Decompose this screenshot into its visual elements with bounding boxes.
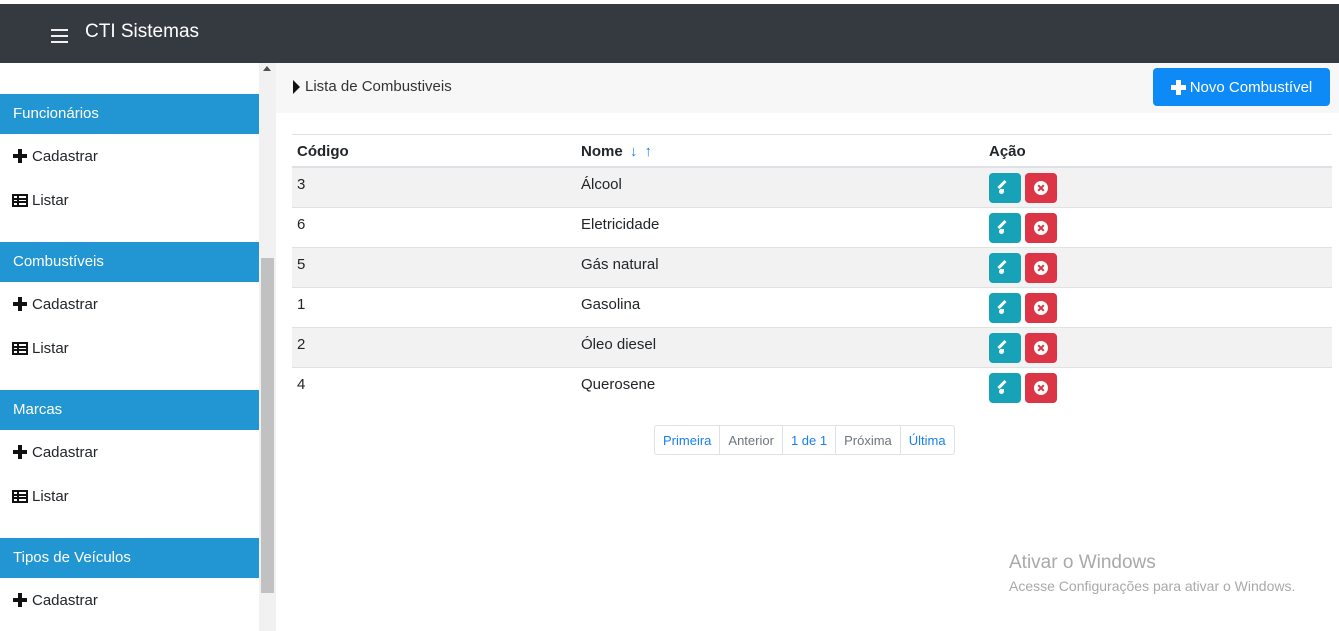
- sidebar-item-label: Cadastrar: [32, 295, 98, 313]
- plus-icon: [12, 444, 28, 460]
- cell-code: 5: [297, 256, 306, 273]
- delete-button[interactable]: [1025, 173, 1057, 203]
- sidebar-item-marcas-cadastrar[interactable]: Cadastrar: [12, 442, 98, 462]
- table-row: 2 Óleo diesel: [292, 328, 1332, 368]
- edit-button[interactable]: [989, 373, 1021, 403]
- plus-icon: [12, 148, 28, 164]
- brush-icon: [998, 181, 1012, 195]
- scroll-up-arrow-icon[interactable]: [263, 66, 271, 71]
- sidebar-item-label: Listar: [32, 339, 69, 357]
- table-icon: [12, 341, 28, 355]
- edit-button[interactable]: [989, 253, 1021, 283]
- caret-right-icon: [293, 80, 300, 94]
- sidebar-section-marcas[interactable]: Marcas: [0, 390, 259, 430]
- pagination-current[interactable]: 1 de 1: [783, 426, 837, 454]
- sidebar-item-funcionarios-listar[interactable]: Listar: [12, 190, 69, 210]
- sort-asc-icon[interactable]: ↑: [645, 143, 653, 160]
- sidebar-item-funcionarios-cadastrar[interactable]: Cadastrar: [12, 146, 98, 166]
- delete-button[interactable]: [1025, 293, 1057, 323]
- plus-icon: [12, 592, 28, 608]
- sidebar-item-label: Listar: [32, 487, 69, 505]
- table-row: 1 Gasolina: [292, 288, 1332, 328]
- cell-code: 6: [297, 216, 306, 233]
- cell-code: 4: [297, 376, 306, 393]
- close-circle-icon: [1034, 261, 1048, 275]
- sort-desc-icon[interactable]: ↓: [630, 143, 638, 160]
- sidebar-item-marcas-listar[interactable]: Listar: [12, 486, 69, 506]
- sidebar-item-tipos-veiculos-cadastrar[interactable]: Cadastrar: [12, 590, 98, 610]
- edit-button[interactable]: [989, 173, 1021, 203]
- edit-button[interactable]: [989, 213, 1021, 243]
- delete-button[interactable]: [1025, 253, 1057, 283]
- scrollbar-thumb[interactable]: [261, 258, 274, 593]
- sidebar-section-combustiveis[interactable]: Combustíveis: [0, 242, 259, 282]
- sidebar-section-tipos-veiculos[interactable]: Tipos de Veículos: [0, 538, 259, 578]
- list-header: Lista de Combustiveis Novo Combustível: [276, 63, 1339, 113]
- column-header-name: Nome ↓ ↑: [581, 143, 652, 160]
- watermark-subtitle: Acesse Configurações para ativar o Windo…: [1009, 578, 1296, 594]
- cell-code: 2: [297, 336, 306, 353]
- fuel-table: Código Nome ↓ ↑ Ação 3 Álcool 6 Eletrici…: [292, 134, 1332, 408]
- sidebar-item-label: Cadastrar: [32, 591, 98, 609]
- cell-name: Gasolina: [581, 296, 641, 313]
- sidebar-item-label: Cadastrar: [32, 147, 98, 165]
- close-circle-icon: [1034, 221, 1048, 235]
- close-circle-icon: [1034, 301, 1048, 315]
- close-circle-icon: [1034, 341, 1048, 355]
- cell-name: Gás natural: [581, 256, 659, 273]
- table-icon: [12, 489, 28, 503]
- page-title: Lista de Combustiveis: [305, 78, 452, 95]
- delete-button[interactable]: [1025, 213, 1057, 243]
- watermark-title: Ativar o Windows: [1009, 552, 1156, 573]
- brush-icon: [998, 341, 1012, 355]
- sidebar-scrollbar[interactable]: [259, 63, 276, 631]
- cell-name: Eletricidade: [581, 216, 660, 233]
- app-title: CTI Sistemas: [85, 21, 200, 42]
- new-fuel-button-label: Novo Combustível: [1189, 78, 1313, 96]
- cell-name: Álcool: [581, 176, 622, 193]
- sidebar-section-funcionarios[interactable]: Funcionários: [0, 94, 259, 134]
- table-header: Código Nome ↓ ↑ Ação: [292, 134, 1332, 168]
- new-fuel-button[interactable]: Novo Combustível: [1153, 68, 1330, 106]
- table-row: 5 Gás natural: [292, 248, 1332, 288]
- sidebar-item-combustiveis-listar[interactable]: Listar: [12, 338, 69, 358]
- edit-button[interactable]: [989, 293, 1021, 323]
- brush-icon: [998, 261, 1012, 275]
- plus-icon: [12, 296, 28, 312]
- delete-button[interactable]: [1025, 373, 1057, 403]
- delete-button[interactable]: [1025, 333, 1057, 363]
- sidebar-item-label: Listar: [32, 191, 69, 209]
- pagination-first[interactable]: Primeira: [655, 426, 721, 454]
- table-icon: [12, 193, 28, 207]
- brush-icon: [998, 221, 1012, 235]
- pagination-prev[interactable]: Anterior: [720, 426, 783, 454]
- top-navbar: CTI Sistemas: [0, 0, 1339, 63]
- table-row: 4 Querosene: [292, 368, 1332, 408]
- pagination: Primeira Anterior 1 de 1 Próxima Última: [654, 425, 955, 455]
- cell-code: 3: [297, 176, 306, 193]
- cell-code: 1: [297, 296, 306, 313]
- cell-name: Óleo diesel: [581, 336, 657, 353]
- table-row: 6 Eletricidade: [292, 208, 1332, 248]
- edit-button[interactable]: [989, 333, 1021, 363]
- brush-icon: [998, 381, 1012, 395]
- table-row: 3 Álcool: [292, 168, 1332, 208]
- pagination-last[interactable]: Última: [901, 426, 954, 454]
- hamburger-menu-icon[interactable]: [51, 29, 68, 43]
- sidebar: Funcionários Cadastrar Listar Combustíve…: [0, 63, 276, 631]
- column-header-code: Código: [297, 143, 349, 160]
- close-circle-icon: [1034, 381, 1048, 395]
- pagination-next[interactable]: Próxima: [836, 426, 901, 454]
- sidebar-item-label: Cadastrar: [32, 443, 98, 461]
- sidebar-item-combustiveis-cadastrar[interactable]: Cadastrar: [12, 294, 98, 314]
- cell-name: Querosene: [581, 376, 656, 393]
- plus-icon: [1170, 79, 1186, 95]
- close-circle-icon: [1034, 181, 1048, 195]
- windows-activation-watermark: Ativar o Windows Acesse Configurações pa…: [1009, 552, 1295, 594]
- column-header-action: Ação: [989, 143, 1026, 160]
- column-header-name-label: Nome: [581, 143, 623, 160]
- brush-icon: [998, 301, 1012, 315]
- main-content: Lista de Combustiveis Novo Combustível C…: [276, 63, 1339, 631]
